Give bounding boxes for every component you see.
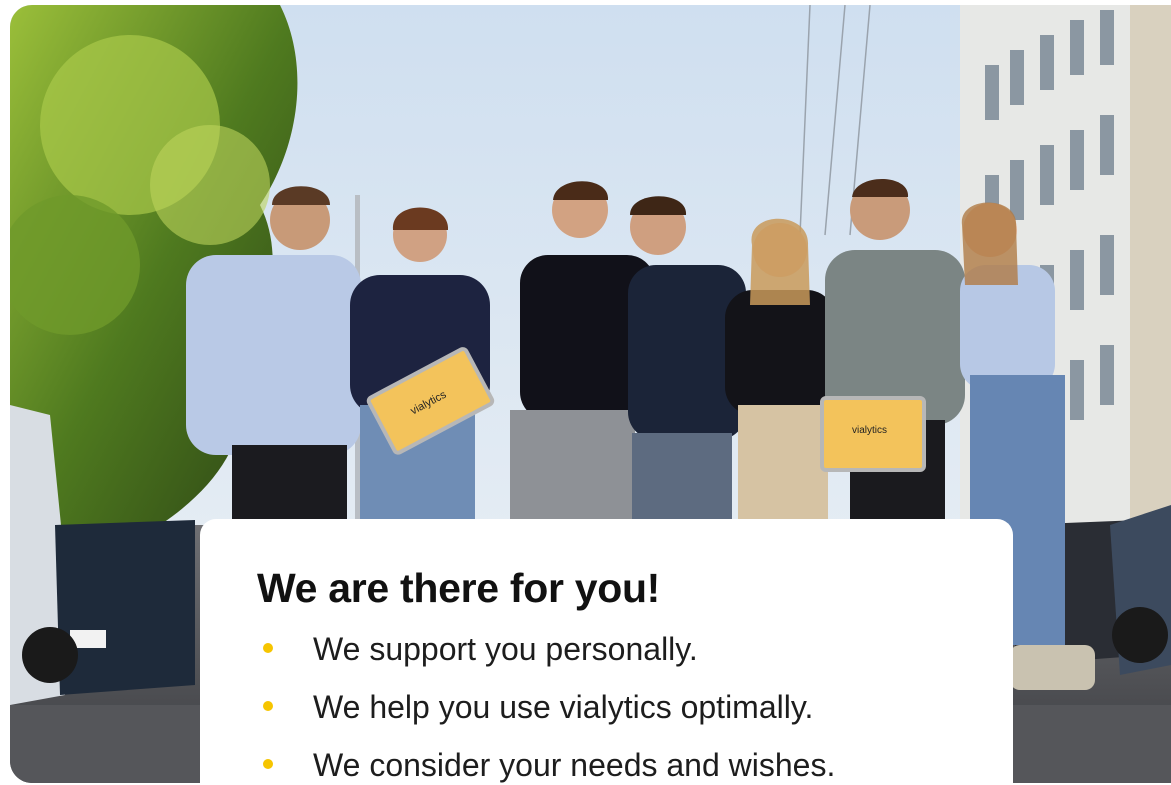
list-item-text: We help you use vialytics optimally. <box>313 689 814 725</box>
card-title: We are there for you! <box>257 565 661 611</box>
list-item-text: We consider your needs and wishes. <box>313 747 836 783</box>
list-item: We consider your needs and wishes. <box>257 745 957 783</box>
support-list: We support you personally. We help you u… <box>257 629 957 783</box>
bullet-dot-icon <box>263 643 273 653</box>
list-item-text: We support you personally. <box>313 631 698 667</box>
bullet-dot-icon <box>263 701 273 711</box>
bullet-dot-icon <box>263 759 273 769</box>
list-item: We help you use vialytics optimally. <box>257 687 957 727</box>
list-item: We support you personally. <box>257 629 957 669</box>
svg-text:vialytics: vialytics <box>852 425 887 436</box>
hero-section: vialytics vialytics We are there for you… <box>10 5 1171 783</box>
support-card: We are there for you! We support you per… <box>200 519 1013 783</box>
